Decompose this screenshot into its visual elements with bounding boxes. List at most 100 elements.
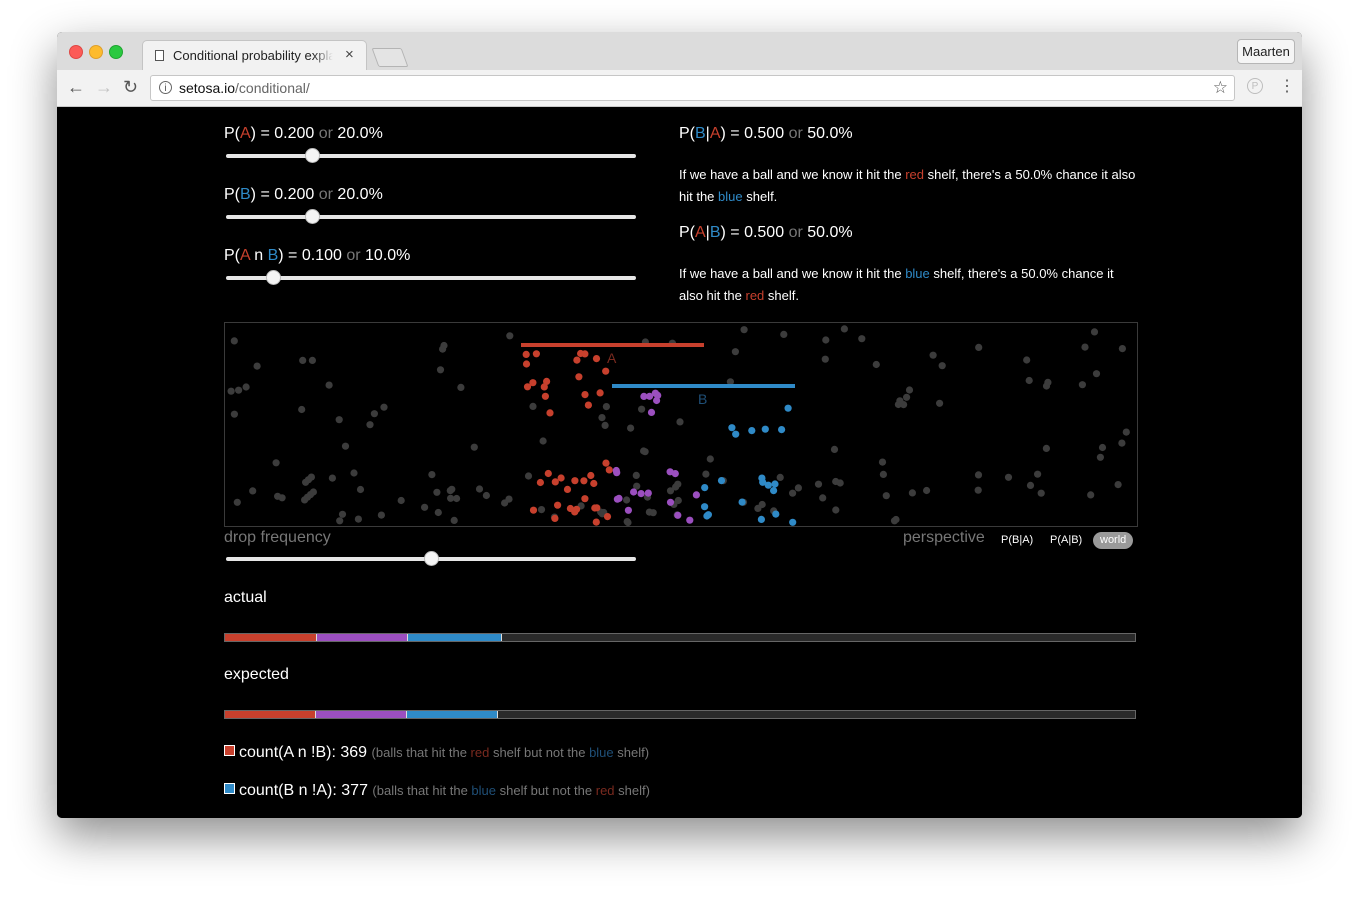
ball (1004, 473, 1013, 481)
ball (666, 498, 675, 506)
ball (336, 517, 344, 525)
ball (603, 513, 612, 521)
pba-explanation: If we have a ball and we know it hit the… (679, 167, 1136, 204)
ball (587, 471, 595, 480)
ball (776, 473, 784, 481)
arrow-left-icon[interactable]: ← (67, 77, 85, 97)
ball (524, 472, 533, 480)
ball (1026, 481, 1035, 489)
ball (929, 351, 937, 359)
ball (1096, 453, 1104, 461)
ball (640, 392, 648, 400)
ball (377, 511, 385, 519)
ball (532, 350, 540, 358)
perspective-pab-button[interactable]: P(A|B) (1043, 532, 1089, 549)
ball (590, 479, 598, 488)
pab-conditional-title: P(A|B) = 0.500 or 50.0% (679, 224, 853, 241)
pb-slider[interactable] (226, 209, 636, 224)
ball (780, 330, 788, 338)
ball (506, 332, 514, 340)
ball (784, 404, 792, 412)
ball (230, 410, 238, 418)
browser-tab[interactable]: Conditional probability explained visual… (142, 40, 367, 70)
ball (731, 348, 739, 356)
ball (821, 355, 829, 363)
ball (421, 503, 429, 511)
ball (544, 469, 552, 478)
reload-icon[interactable]: ↻ (123, 77, 138, 97)
ball (676, 418, 684, 426)
ball (772, 510, 780, 518)
count-a-not-b: count(A n !B): 369 (balls that hit the r… (224, 744, 649, 762)
info-icon[interactable]: i (159, 81, 172, 94)
profile-button[interactable]: Maarten (1237, 39, 1295, 64)
perspective-pba-button[interactable]: P(B|A) (994, 532, 1040, 549)
ball (551, 478, 559, 486)
ball (1118, 439, 1126, 447)
ball (440, 341, 448, 350)
ball (581, 350, 589, 358)
star-icon[interactable]: ☆ (1213, 78, 1228, 98)
drop-frequency-thumb[interactable] (423, 551, 439, 566)
ball (230, 337, 238, 345)
shelf-b[interactable] (612, 384, 795, 388)
arrow-right-icon[interactable]: → (95, 77, 113, 97)
ball (653, 396, 661, 405)
ball (580, 477, 588, 485)
ball (1034, 470, 1042, 478)
ball (573, 356, 581, 364)
ball (581, 495, 589, 503)
ball (584, 401, 592, 409)
drop-frequency-slider[interactable] (226, 551, 636, 566)
ball (674, 496, 682, 505)
actual-segment-neither (501, 634, 1135, 641)
ball (757, 515, 766, 523)
ball (529, 402, 537, 410)
pb-slider-thumb[interactable] (305, 209, 320, 224)
ball (299, 356, 307, 364)
ball (686, 516, 694, 524)
ball (974, 486, 982, 494)
ball (908, 489, 917, 497)
ball (905, 386, 914, 394)
new-tab-button[interactable] (371, 48, 409, 67)
kebab-menu-icon[interactable]: ⋮ (1279, 78, 1295, 96)
ball (354, 515, 362, 523)
pa-slider[interactable] (226, 148, 636, 163)
tab-close-icon[interactable]: × (345, 46, 354, 63)
ball-simulation[interactable]: A B (224, 322, 1138, 527)
ball (822, 336, 830, 344)
ball (541, 392, 549, 400)
ball (641, 448, 649, 456)
minimize-window-button[interactable] (89, 45, 103, 59)
ball (601, 421, 609, 429)
ball (341, 442, 350, 450)
pab-title: P(A n B) = 0.100 or 10.0% (224, 247, 411, 264)
ball (278, 494, 286, 502)
pab-slider[interactable] (226, 270, 636, 285)
shelf-a[interactable] (521, 343, 704, 347)
ball (789, 489, 797, 497)
perspective-world-button[interactable]: world (1093, 532, 1134, 549)
maximize-window-button[interactable] (109, 45, 123, 59)
ball (592, 518, 600, 526)
ball (1118, 345, 1126, 353)
actual-segment-a-only (225, 634, 317, 641)
address-bar[interactable]: i setosa.io/conditional/ ☆ (150, 75, 1235, 101)
pab-slider-thumb[interactable] (265, 270, 281, 285)
simulation-canvas[interactable]: A B (225, 323, 1137, 526)
ball (543, 377, 551, 385)
ball (233, 498, 241, 506)
ball (666, 487, 675, 495)
pa-slider-thumb[interactable] (305, 148, 320, 163)
close-window-button[interactable] (69, 45, 83, 59)
extension-icon[interactable]: P (1247, 78, 1263, 94)
ball (546, 409, 554, 417)
ball (738, 498, 746, 506)
ball (638, 405, 646, 413)
ball (647, 408, 656, 416)
ball (308, 356, 316, 364)
ball (770, 487, 778, 495)
url-text[interactable]: setosa.io/conditional/ (179, 80, 310, 96)
ball (789, 518, 797, 526)
